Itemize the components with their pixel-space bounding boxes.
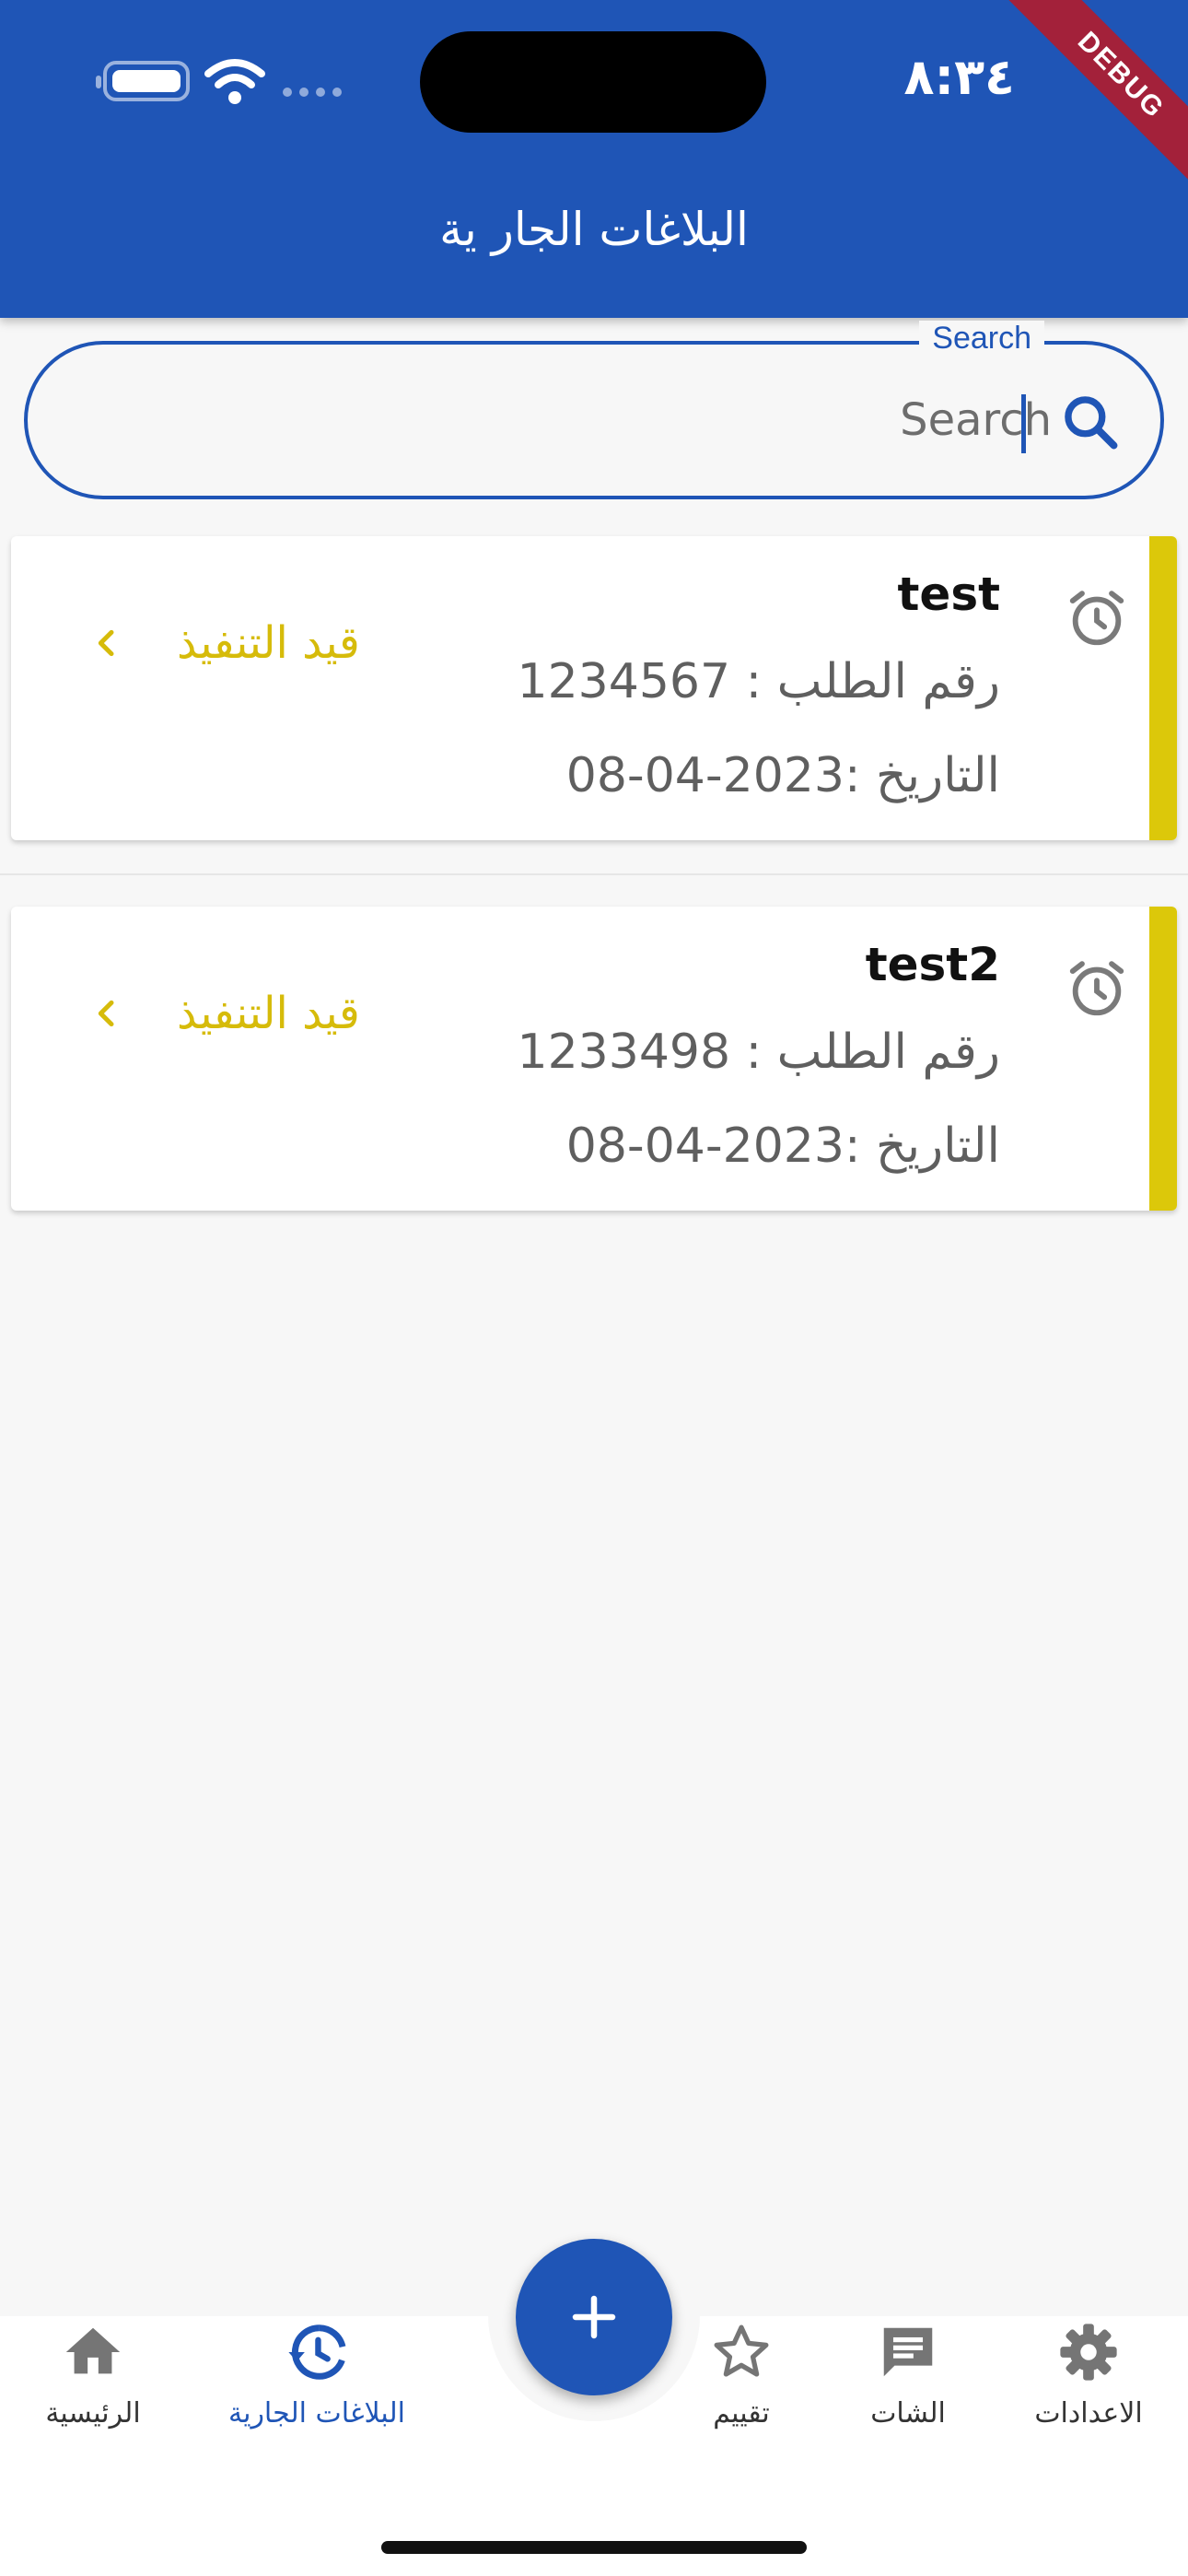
nav-label-current-reports: البلاغات الجارية bbox=[228, 2397, 405, 2430]
home-indicator bbox=[381, 2541, 807, 2554]
nav-item-settings[interactable]: الاعدادات bbox=[983, 2320, 1188, 2440]
report-date: التاريخ :2023-04-08 bbox=[565, 748, 1000, 803]
chevron-left-icon bbox=[98, 1000, 114, 1027]
list-divider bbox=[0, 873, 1188, 875]
status-link[interactable]: قيد التنفيذ bbox=[88, 988, 360, 1039]
report-title: test2 bbox=[865, 938, 1000, 991]
chat-icon bbox=[883, 2327, 933, 2377]
plus-icon bbox=[572, 2295, 616, 2339]
status-link[interactable]: قيد التنفيذ bbox=[88, 617, 360, 669]
settings-icon bbox=[1060, 2324, 1117, 2381]
report-card[interactable]: test رقم الطلب : 1234567 التاريخ :2023-0… bbox=[11, 536, 1177, 840]
history-icon bbox=[288, 2324, 346, 2380]
order-number: رقم الطلب : 1233498 bbox=[517, 1025, 1001, 1080]
debug-banner: DEBUG bbox=[995, 0, 1188, 202]
page-title: البلاغات الجار ية bbox=[439, 203, 749, 256]
alarm-clock-icon bbox=[1069, 591, 1124, 646]
status-time: ٨:٣٤ bbox=[903, 48, 1015, 106]
search-input[interactable] bbox=[64, 381, 1052, 459]
search-field[interactable]: Search bbox=[24, 321, 1164, 499]
dynamic-island bbox=[420, 31, 766, 133]
cellular-signal-icon bbox=[283, 88, 342, 97]
status-text: قيد التنفيذ bbox=[177, 617, 360, 669]
text-cursor bbox=[1021, 394, 1026, 453]
wifi-icon bbox=[204, 59, 265, 104]
star-icon bbox=[714, 2324, 769, 2377]
chevron-left-icon bbox=[98, 629, 114, 657]
report-title: test bbox=[897, 568, 1000, 621]
app-bar: ٨:٣٤ DEBUG البلاغات الجار ية bbox=[0, 0, 1188, 318]
nav-item-home[interactable]: الرئيسية bbox=[0, 2320, 199, 2440]
order-number: رقم الطلب : 1234567 bbox=[517, 654, 1001, 709]
search-icon[interactable] bbox=[1059, 391, 1122, 453]
status-accent-bar bbox=[1149, 907, 1177, 1211]
report-card[interactable]: test2 رقم الطلب : 1233498 التاريخ :2023-… bbox=[11, 907, 1177, 1211]
status-accent-bar bbox=[1149, 536, 1177, 840]
search-label: Search bbox=[919, 321, 1044, 357]
nav-label-settings: الاعدادات bbox=[1034, 2397, 1143, 2430]
status-text: قيد التنفيذ bbox=[177, 988, 360, 1039]
alarm-clock-icon bbox=[1069, 961, 1124, 1016]
home-icon bbox=[65, 2327, 121, 2374]
nav-item-current-reports[interactable]: البلاغات الجارية bbox=[211, 2320, 423, 2440]
nav-label-home: الرئيسية bbox=[45, 2397, 141, 2430]
report-date: التاريخ :2023-04-08 bbox=[565, 1118, 1000, 1174]
battery-icon bbox=[96, 61, 190, 101]
